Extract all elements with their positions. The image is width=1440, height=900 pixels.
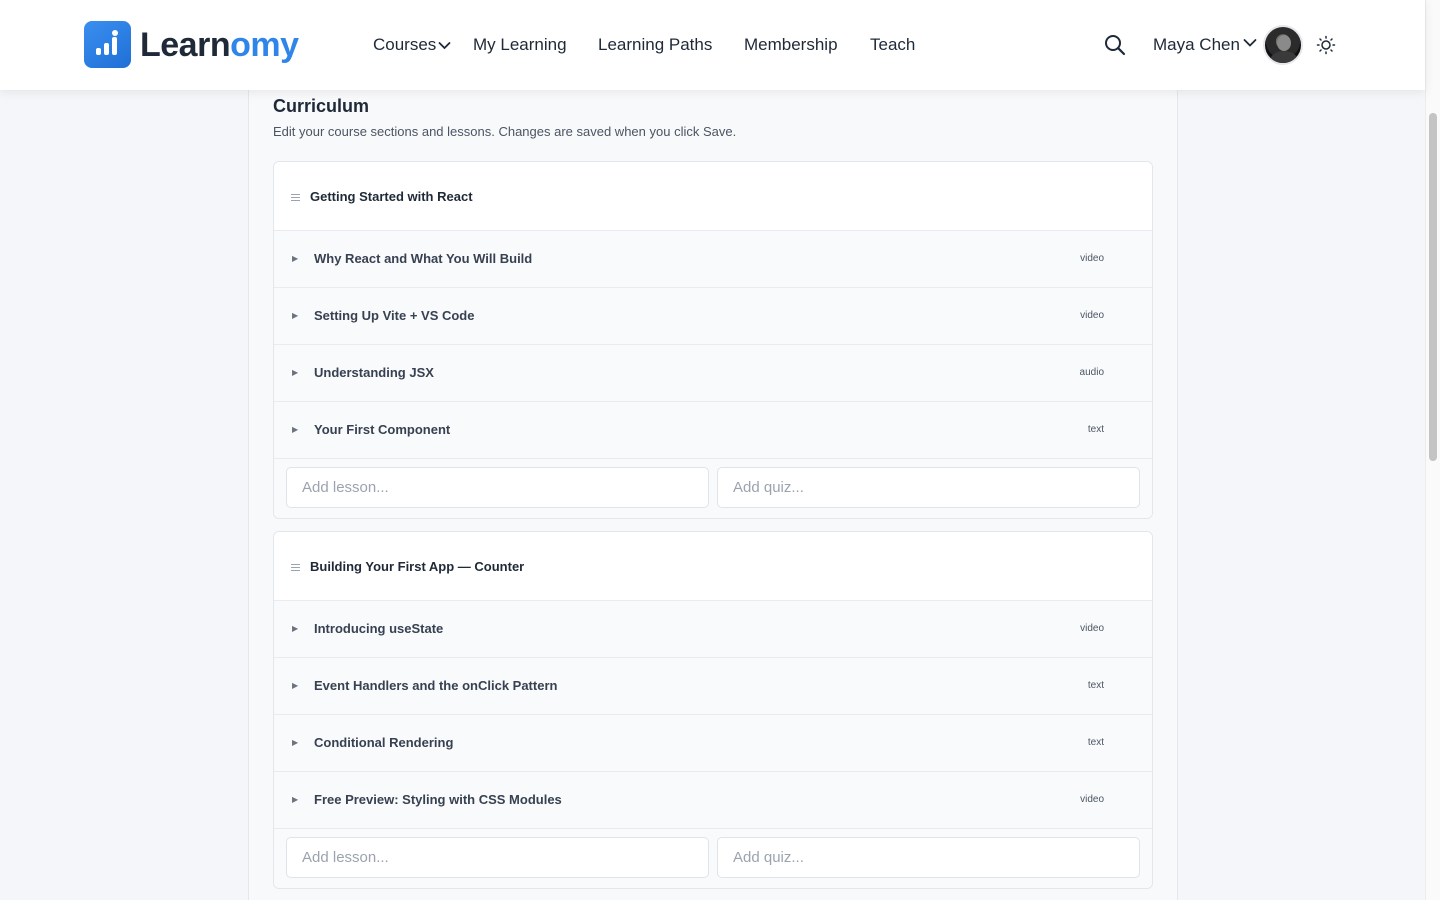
page-scrollbar[interactable] — [1425, 0, 1440, 900]
caret-right-icon[interactable]: ▶ — [292, 681, 298, 690]
lesson-row[interactable]: ▶ Conditional Rendering text — [274, 715, 1152, 772]
caret-right-icon[interactable]: ▶ — [292, 425, 298, 434]
caret-right-icon[interactable]: ▶ — [292, 795, 298, 804]
curriculum-section: Building Your First App — Counter ▶ Intr… — [273, 531, 1153, 889]
brand-logo[interactable]: Learnomy — [84, 21, 299, 68]
brand-name: Learnomy — [140, 25, 299, 64]
lesson-row[interactable]: ▶ Why React and What You Will Build vide… — [274, 231, 1152, 288]
caret-right-icon[interactable]: ▶ — [292, 311, 298, 320]
page-subtitle: Edit your course sections and lessons. C… — [273, 124, 737, 139]
nav-my-learning[interactable]: My Learning — [473, 35, 567, 55]
lesson-title: Event Handlers and the onClick Pattern — [314, 678, 558, 693]
nav-teach[interactable]: Teach — [870, 35, 915, 55]
lesson-type-label: video — [1080, 794, 1104, 805]
section-title: Getting Started with React — [310, 189, 473, 204]
lesson-type-label: video — [1080, 253, 1104, 264]
lesson-type-label: audio — [1079, 367, 1104, 378]
lesson-title: Understanding JSX — [314, 365, 434, 380]
lesson-type-label: text — [1087, 737, 1104, 748]
search-icon[interactable] — [1103, 33, 1127, 57]
nav-learning-paths[interactable]: Learning Paths — [598, 35, 712, 55]
lesson-title: Why React and What You Will Build — [314, 251, 533, 266]
page-title: Curriculum — [273, 96, 370, 116]
lesson-row[interactable]: ▶ Setting Up Vite + VS Code video — [274, 288, 1152, 345]
avatar[interactable] — [1263, 25, 1303, 65]
add-lesson-input[interactable] — [286, 837, 709, 878]
logo-chart-icon — [84, 21, 131, 68]
lesson-type-label: text — [1087, 424, 1104, 435]
scrollbar-thumb[interactable] — [1429, 113, 1437, 461]
top-navbar: Learnomy Courses My Learning Learning Pa… — [0, 0, 1425, 90]
add-lesson-input[interactable] — [286, 467, 709, 508]
add-quiz-input[interactable] — [717, 837, 1140, 878]
chevron-down-icon[interactable] — [1243, 38, 1257, 48]
add-content-row — [274, 459, 1152, 518]
nav-membership[interactable]: Membership — [744, 35, 838, 55]
lesson-title: Your First Component — [314, 422, 451, 437]
drag-handle-icon[interactable] — [291, 564, 300, 571]
caret-right-icon[interactable]: ▶ — [292, 738, 298, 747]
lesson-title: Conditional Rendering — [314, 735, 454, 750]
lesson-title: Free Preview: Styling with CSS Modules — [314, 792, 562, 807]
lesson-title: Setting Up Vite + VS Code — [314, 308, 475, 323]
lesson-type-label: text — [1087, 680, 1104, 691]
lesson-row[interactable]: ▶ Your First Component text — [274, 402, 1152, 459]
lesson-type-label: video — [1080, 310, 1104, 321]
lesson-row[interactable]: ▶ Understanding JSX audio — [274, 345, 1152, 402]
curriculum-section: Getting Started with React ▶ Why React a… — [273, 161, 1153, 519]
caret-right-icon[interactable]: ▶ — [292, 254, 298, 263]
caret-right-icon[interactable]: ▶ — [292, 368, 298, 377]
nav-courses[interactable]: Courses — [373, 35, 451, 55]
sun-icon[interactable] — [1316, 35, 1336, 55]
lesson-type-label: video — [1080, 623, 1104, 634]
lesson-row[interactable]: ▶ Event Handlers and the onClick Pattern… — [274, 658, 1152, 715]
add-quiz-input[interactable] — [717, 467, 1140, 508]
lesson-title: Introducing useState — [314, 621, 444, 636]
section-header[interactable]: Getting Started with React — [274, 162, 1152, 231]
add-content-row — [274, 829, 1152, 888]
caret-right-icon[interactable]: ▶ — [292, 624, 298, 633]
section-title: Building Your First App — Counter — [310, 559, 525, 574]
lesson-row[interactable]: ▶ Free Preview: Styling with CSS Modules… — [274, 772, 1152, 829]
section-header[interactable]: Building Your First App — Counter — [274, 532, 1152, 601]
chevron-down-icon — [438, 42, 451, 50]
drag-handle-icon[interactable] — [291, 194, 300, 201]
lesson-row[interactable]: ▶ Introducing useState video — [274, 601, 1152, 658]
user-menu-name[interactable]: Maya Chen — [1153, 35, 1240, 55]
